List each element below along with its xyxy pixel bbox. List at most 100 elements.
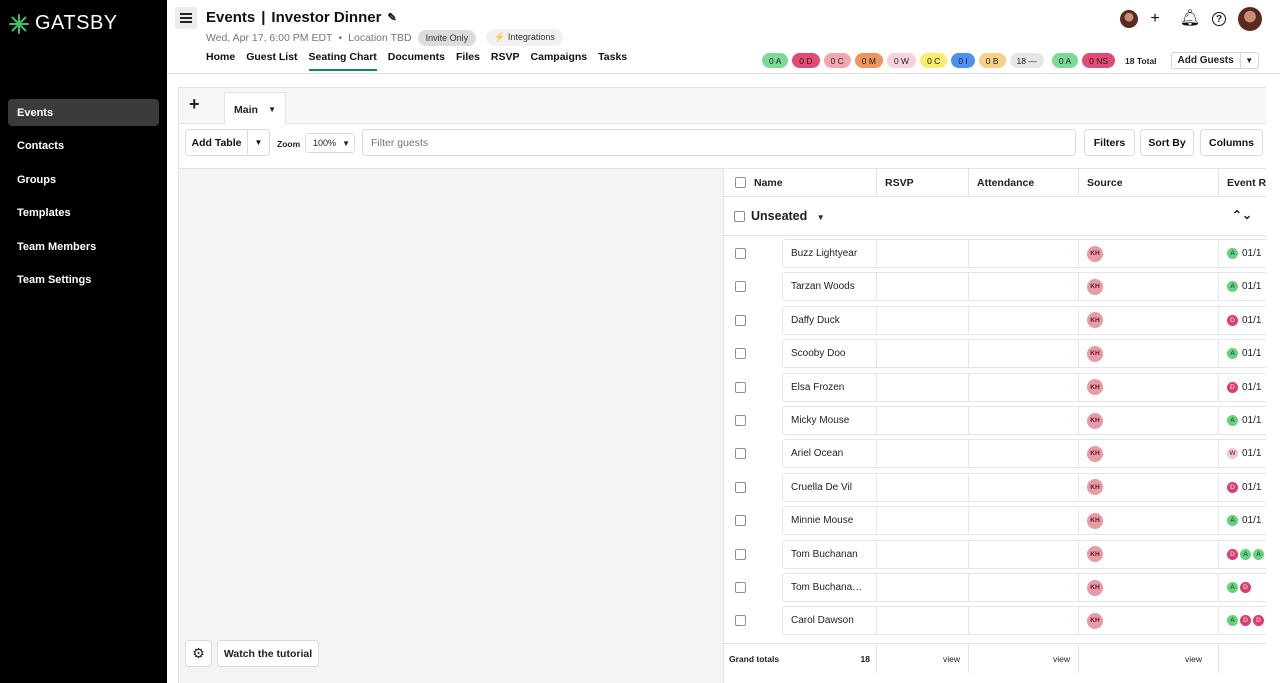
help-icon[interactable]: ?: [1212, 12, 1226, 26]
guest-name-cell[interactable]: Micky Mouse: [782, 406, 877, 435]
plus-icon[interactable]: +: [1150, 11, 1159, 27]
gatsby-logo[interactable]: GATSBY: [8, 12, 118, 35]
source-cell[interactable]: KH: [1079, 372, 1219, 402]
rsvp-view-link[interactable]: view: [943, 654, 960, 664]
event-rsvp-cell[interactable]: D 01/1: [1219, 372, 1266, 402]
filter-guests-input[interactable]: [362, 129, 1076, 156]
guest-row[interactable]: Micky Mouse KH A 01/1: [724, 404, 1266, 437]
columns-button[interactable]: Columns: [1200, 129, 1263, 156]
source-cell[interactable]: KH: [1079, 506, 1219, 536]
chevron-down-icon[interactable]: ▼: [268, 105, 276, 114]
add-guests-button[interactable]: Add Guests ▼: [1170, 52, 1259, 69]
column-header-name[interactable]: Name: [754, 177, 783, 189]
rsvp-cell[interactable]: [877, 339, 969, 369]
source-cell[interactable]: KH: [1079, 573, 1219, 602]
group-unseated[interactable]: Unseated ▼ ⌃⌄: [724, 197, 1266, 236]
add-chart-tab-button[interactable]: +: [189, 94, 200, 115]
attendance-cell[interactable]: [969, 305, 1079, 335]
row-checkbox[interactable]: [735, 582, 746, 593]
source-view-link[interactable]: view: [1185, 654, 1202, 664]
guest-row[interactable]: Scooby Doo KH A 01/1: [724, 337, 1266, 370]
sidebar-item-contacts[interactable]: Contacts: [8, 133, 159, 160]
stat-badge[interactable]: 0 A: [762, 53, 789, 68]
guest-name-cell[interactable]: Minnie Mouse: [782, 506, 877, 536]
guest-row[interactable]: Elsa Frozen KH D 01/1: [724, 371, 1266, 404]
tab-rsvp[interactable]: RSVP: [491, 51, 520, 71]
tab-home[interactable]: Home: [206, 51, 235, 71]
bell-icon[interactable]: 🔔︎: [1180, 11, 1200, 27]
event-rsvp-cell[interactable]: W 01/1: [1219, 439, 1266, 469]
event-rsvp-cell[interactable]: ADD: [1219, 606, 1266, 636]
stat-badge[interactable]: 0 NS: [1082, 53, 1116, 68]
stat-badge[interactable]: 0 A: [1051, 53, 1079, 68]
event-rsvp-cell[interactable]: A 01/1: [1219, 406, 1266, 435]
event-rsvp-cell[interactable]: A 01/1: [1219, 339, 1266, 369]
attendance-cell[interactable]: [969, 272, 1079, 302]
tab-files[interactable]: Files: [456, 51, 480, 71]
row-checkbox[interactable]: [735, 615, 746, 627]
user-avatar[interactable]: [1238, 7, 1262, 31]
row-checkbox[interactable]: [735, 314, 746, 326]
tab-campaigns[interactable]: Campaigns: [531, 51, 588, 71]
stat-badge[interactable]: 0 B: [978, 53, 1006, 68]
sidebar-item-team-settings[interactable]: Team Settings: [8, 267, 159, 294]
stat-badge[interactable]: 0 C: [920, 53, 948, 68]
guest-row[interactable]: Tom Buchana… KH A D: [724, 571, 1266, 604]
row-checkbox[interactable]: [735, 481, 746, 493]
rsvp-cell[interactable]: [877, 406, 969, 435]
tab-guest-list[interactable]: Guest List: [246, 51, 297, 71]
stat-badge[interactable]: 0 D: [792, 53, 820, 68]
rsvp-cell[interactable]: [877, 539, 969, 569]
attendance-cell[interactable]: [969, 406, 1079, 435]
attendance-view-link[interactable]: view: [1053, 654, 1070, 664]
filters-button[interactable]: Filters: [1084, 129, 1135, 156]
guest-row[interactable]: Carol Dawson KH A D D: [724, 604, 1266, 637]
source-cell[interactable]: KH: [1079, 439, 1219, 469]
source-cell[interactable]: KH: [1079, 339, 1219, 369]
integrations-button[interactable]: ⚡ Integrations: [486, 29, 563, 46]
row-checkbox[interactable]: [735, 348, 746, 360]
add-table-button[interactable]: Add Table ▼: [185, 129, 270, 156]
event-rsvp-cell[interactable]: AD: [1219, 573, 1266, 602]
row-checkbox[interactable]: [735, 415, 746, 426]
guest-row[interactable]: Buzz Lightyear KH A 01/1: [724, 237, 1266, 270]
event-rsvp-cell[interactable]: D 01/1: [1219, 472, 1266, 502]
tab-documents[interactable]: Documents: [388, 51, 445, 71]
attendance-cell[interactable]: [969, 506, 1079, 536]
guest-name-cell[interactable]: Daffy Duck: [782, 305, 877, 335]
stat-badge[interactable]: 0 M: [854, 53, 883, 68]
column-header-event-rsvp[interactable]: Event RS: [1219, 169, 1266, 196]
rsvp-cell[interactable]: [877, 573, 969, 602]
column-header-rsvp[interactable]: RSVP: [877, 169, 969, 196]
guest-name-cell[interactable]: Carol Dawson: [782, 606, 877, 636]
event-rsvp-cell[interactable]: A 01/1: [1219, 506, 1266, 536]
attendance-cell[interactable]: [969, 606, 1079, 636]
select-all-checkbox[interactable]: [735, 177, 746, 188]
guest-name-cell[interactable]: Tom Buchanan: [782, 539, 877, 569]
guest-name-cell[interactable]: Scooby Doo: [782, 339, 877, 369]
attendance-cell[interactable]: [969, 339, 1079, 369]
attendance-cell[interactable]: [969, 472, 1079, 502]
tab-tasks[interactable]: Tasks: [598, 51, 627, 71]
attendance-cell[interactable]: [969, 539, 1079, 569]
guest-row[interactable]: Ariel Ocean KH W 01/1: [724, 437, 1266, 470]
source-cell[interactable]: KH: [1079, 239, 1219, 268]
row-checkbox[interactable]: [735, 381, 746, 393]
source-cell[interactable]: KH: [1079, 472, 1219, 502]
rsvp-cell[interactable]: [877, 372, 969, 402]
guest-name-cell[interactable]: Elsa Frozen: [782, 372, 877, 402]
source-cell[interactable]: KH: [1079, 406, 1219, 435]
source-cell[interactable]: KH: [1079, 539, 1219, 569]
collapse-icon[interactable]: ⌃⌄: [1232, 208, 1252, 222]
rsvp-cell[interactable]: [877, 272, 969, 302]
stat-badge[interactable]: 0 C: [823, 53, 851, 68]
gear-icon[interactable]: ⚙: [185, 640, 212, 667]
event-rsvp-cell[interactable]: DAA: [1219, 539, 1266, 569]
event-rsvp-cell[interactable]: D 01/1: [1219, 305, 1266, 335]
guest-name-cell[interactable]: Buzz Lightyear: [782, 239, 877, 268]
collaborator-avatar[interactable]: [1120, 10, 1139, 28]
column-header-source[interactable]: Source: [1079, 169, 1219, 196]
stat-badge[interactable]: 0 I: [951, 53, 975, 68]
row-checkbox[interactable]: [735, 515, 746, 527]
guest-row[interactable]: Cruella De Vil KH D 01/1: [724, 471, 1266, 504]
